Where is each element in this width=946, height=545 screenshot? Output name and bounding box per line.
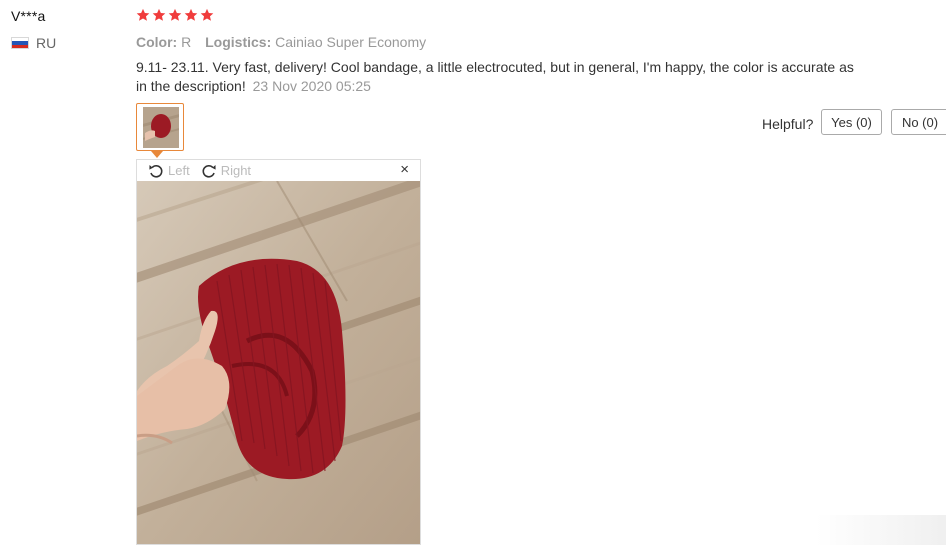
helpful-label: Helpful?: [762, 116, 814, 132]
star-icon: [152, 8, 166, 21]
reviewer-name: V***a: [11, 8, 46, 24]
review-text-block: 9.11- 23.11. Very fast, delivery! Cool b…: [136, 58, 856, 96]
logistics-label: Logistics:: [205, 34, 272, 50]
rotate-right-button[interactable]: Right: [201, 163, 251, 179]
color-label: Color:: [136, 34, 178, 50]
helpful-no-button[interactable]: No (0): [891, 109, 946, 135]
russia-flag-icon: [11, 37, 29, 49]
review-photo: [137, 181, 420, 544]
viewer-toolbar: Left Right ×: [137, 160, 420, 181]
review-date: 23 Nov 2020 05:25: [252, 78, 371, 94]
color-value: R: [181, 34, 192, 50]
thumbnail-image: [143, 107, 179, 148]
star-icon: [200, 8, 214, 21]
review-text: 9.11- 23.11. Very fast, delivery! Cool b…: [136, 59, 854, 94]
rotate-right-label: Right: [220, 163, 252, 178]
rotate-left-button[interactable]: Left: [148, 163, 190, 179]
reviewer-country: RU: [11, 35, 56, 51]
page-corner-shadow: [816, 515, 946, 545]
photo-thumbnail[interactable]: [136, 103, 184, 151]
rotate-left-icon: [149, 164, 163, 178]
country-code: RU: [36, 35, 57, 51]
image-viewer: Left Right ×: [136, 159, 421, 545]
rotate-right-icon: [202, 164, 216, 178]
close-viewer-button[interactable]: ×: [400, 161, 409, 178]
thumbnail-active-caret: [151, 151, 163, 158]
helpful-yes-button[interactable]: Yes (0): [821, 109, 882, 135]
star-icon: [136, 8, 150, 21]
order-info: Color: R Logistics: Cainiao Super Econom…: [136, 34, 436, 50]
logistics-value: Cainiao Super Economy: [275, 34, 427, 50]
star-icon: [168, 8, 182, 21]
rotate-left-label: Left: [168, 163, 190, 178]
star-rating: [136, 8, 214, 22]
star-icon: [184, 8, 198, 21]
